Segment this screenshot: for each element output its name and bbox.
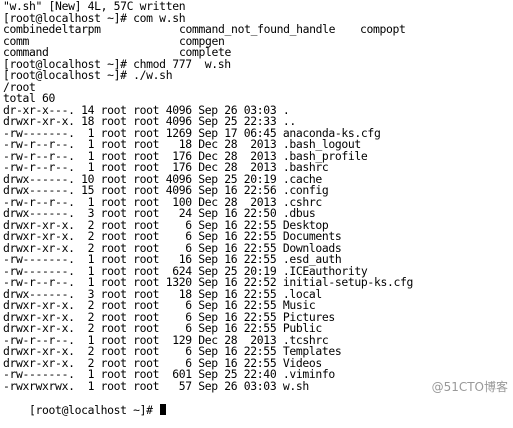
completion-item: compopt — [360, 22, 406, 36]
terminal-window[interactable]: "w.sh" [New] 4L, 57C written [root@local… — [1, 0, 512, 415]
listing-row: -rwxrwxrwx. 1 root root 57 Sep 26 03:03 … — [3, 378, 309, 393]
final-prompt-line[interactable]: [root@localhost ~]# — [3, 392, 167, 415]
watermark-logo: @51CTO博客 — [431, 380, 508, 394]
text-cursor — [160, 403, 167, 415]
final-prompt: [root@localhost ~]# — [29, 402, 160, 417]
